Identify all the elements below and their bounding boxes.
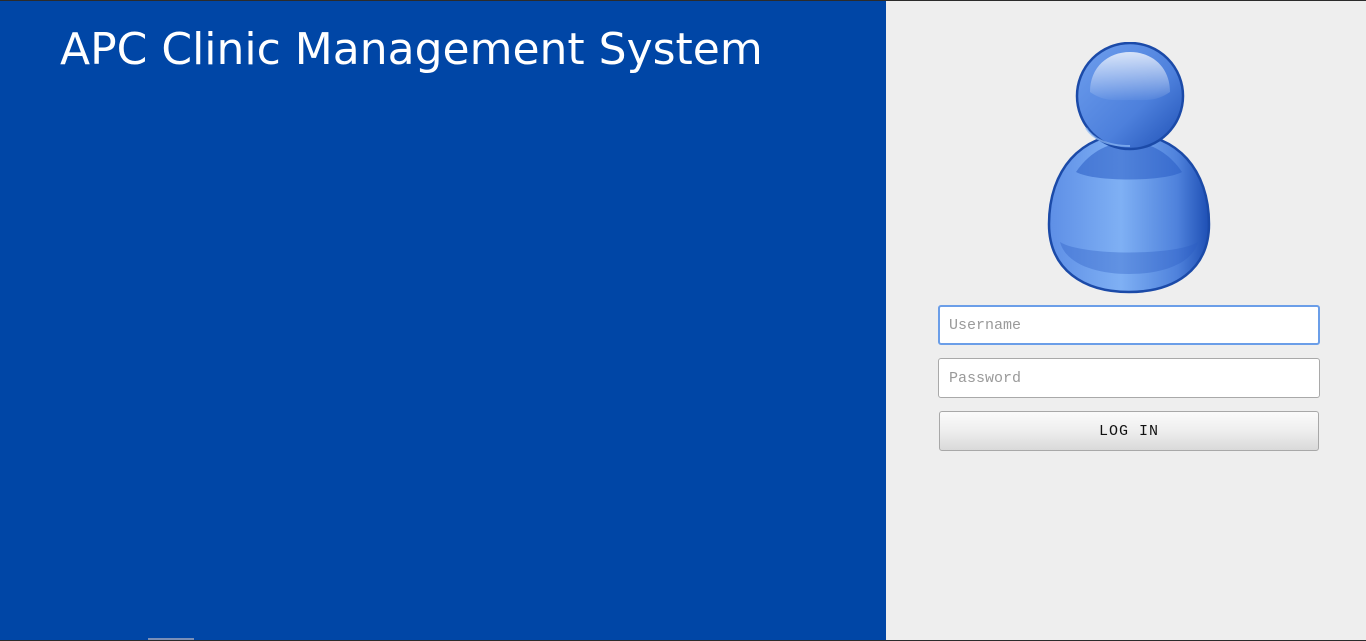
app-title: APC Clinic Management System — [60, 24, 763, 75]
bottom-edge-mark — [148, 638, 194, 640]
username-field[interactable] — [938, 305, 1320, 345]
branding-panel — [0, 1, 886, 640]
login-button[interactable]: LOG IN — [939, 411, 1319, 451]
user-avatar-icon — [1047, 42, 1211, 294]
password-field[interactable] — [938, 358, 1320, 398]
login-page: APC Clinic Management System Username LO… — [0, 0, 1366, 641]
